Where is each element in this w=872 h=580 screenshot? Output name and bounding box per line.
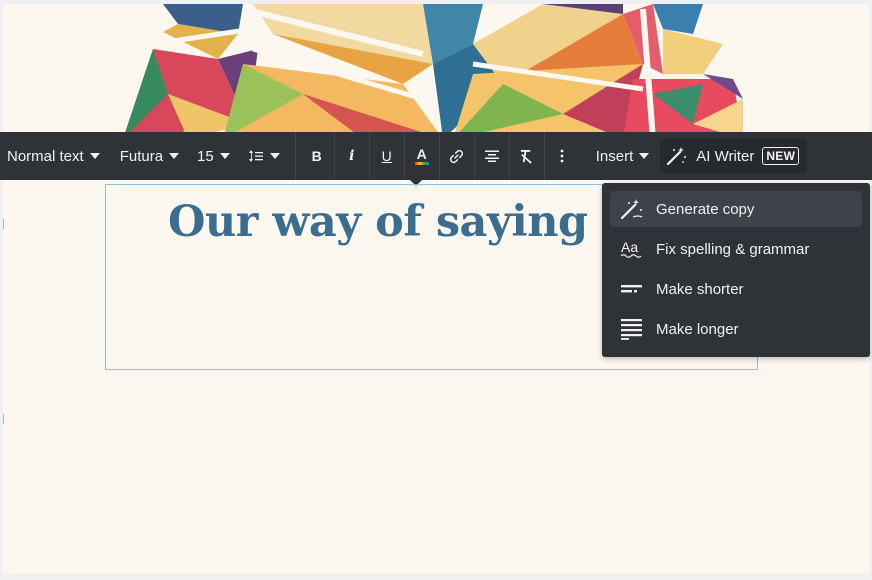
menu-item-generate-copy[interactable]: Generate copy <box>610 191 862 227</box>
clear-format-icon <box>521 149 532 164</box>
menu-item-label: Make longer <box>656 320 739 338</box>
underline-icon: U <box>381 148 392 164</box>
link-button[interactable] <box>440 132 474 180</box>
magic-wand-icon <box>667 147 687 166</box>
more-vertical-icon <box>560 149 564 163</box>
spellcheck-icon: Aa <box>620 237 644 261</box>
new-badge: NEW <box>762 147 800 165</box>
chevron-down-icon <box>639 153 650 159</box>
magic-wand-icon <box>620 197 644 221</box>
font-size-label: 15 <box>197 147 214 165</box>
menu-item-fix-spelling[interactable]: Aa Fix spelling & grammar <box>610 231 862 267</box>
text-color-icon: A <box>416 146 427 162</box>
line-spacing-icon <box>248 150 263 162</box>
menu-item-label: Fix spelling & grammar <box>656 240 810 258</box>
link-icon <box>450 149 464 163</box>
ai-writer-button[interactable]: AI Writer NEW <box>660 139 808 173</box>
insert-dropdown[interactable]: Insert <box>589 132 657 180</box>
edge-marker <box>3 414 7 424</box>
bold-icon: B <box>311 148 322 164</box>
menu-item-make-shorter[interactable]: Make shorter <box>610 271 862 307</box>
color-swatch <box>414 162 429 165</box>
clear-format-button[interactable] <box>510 132 544 180</box>
italic-button[interactable]: i <box>335 132 369 180</box>
shorten-icon <box>620 277 644 301</box>
toolbar-divider <box>294 132 296 180</box>
more-options-button[interactable] <box>545 132 579 180</box>
align-center-icon <box>484 150 499 162</box>
chevron-down-icon <box>219 153 230 159</box>
underline-button[interactable]: U <box>370 132 404 180</box>
chevron-down-icon <box>269 153 280 159</box>
text-style-dropdown[interactable]: Normal text <box>0 132 107 180</box>
polygon-art-image <box>123 4 743 139</box>
menu-item-label: Make shorter <box>656 280 744 298</box>
chevron-down-icon <box>89 153 100 159</box>
text-color-button[interactable]: A <box>405 132 439 180</box>
text-style-label: Normal text <box>7 147 84 165</box>
font-label: Futura <box>119 147 164 165</box>
line-spacing-dropdown[interactable] <box>241 132 287 180</box>
ai-writer-label: AI Writer <box>696 147 755 165</box>
lengthen-icon <box>620 317 644 341</box>
italic-icon: i <box>349 148 355 164</box>
bold-button[interactable]: B <box>300 132 334 180</box>
font-dropdown[interactable]: Futura <box>113 132 186 180</box>
insert-label: Insert <box>595 147 634 165</box>
menu-item-make-longer[interactable]: Make longer <box>610 311 862 347</box>
text-toolbar: Normal text Futura 15 B i U A Insert AI … <box>0 132 872 180</box>
align-button[interactable] <box>475 132 509 180</box>
font-size-dropdown[interactable]: 15 <box>190 132 237 180</box>
edge-marker <box>3 219 7 229</box>
ai-writer-menu: Generate copy Aa Fix spelling & grammar … <box>602 183 870 357</box>
menu-item-label: Generate copy <box>656 200 755 218</box>
svg-text:Aa: Aa <box>621 239 638 255</box>
chevron-down-icon <box>169 153 180 159</box>
